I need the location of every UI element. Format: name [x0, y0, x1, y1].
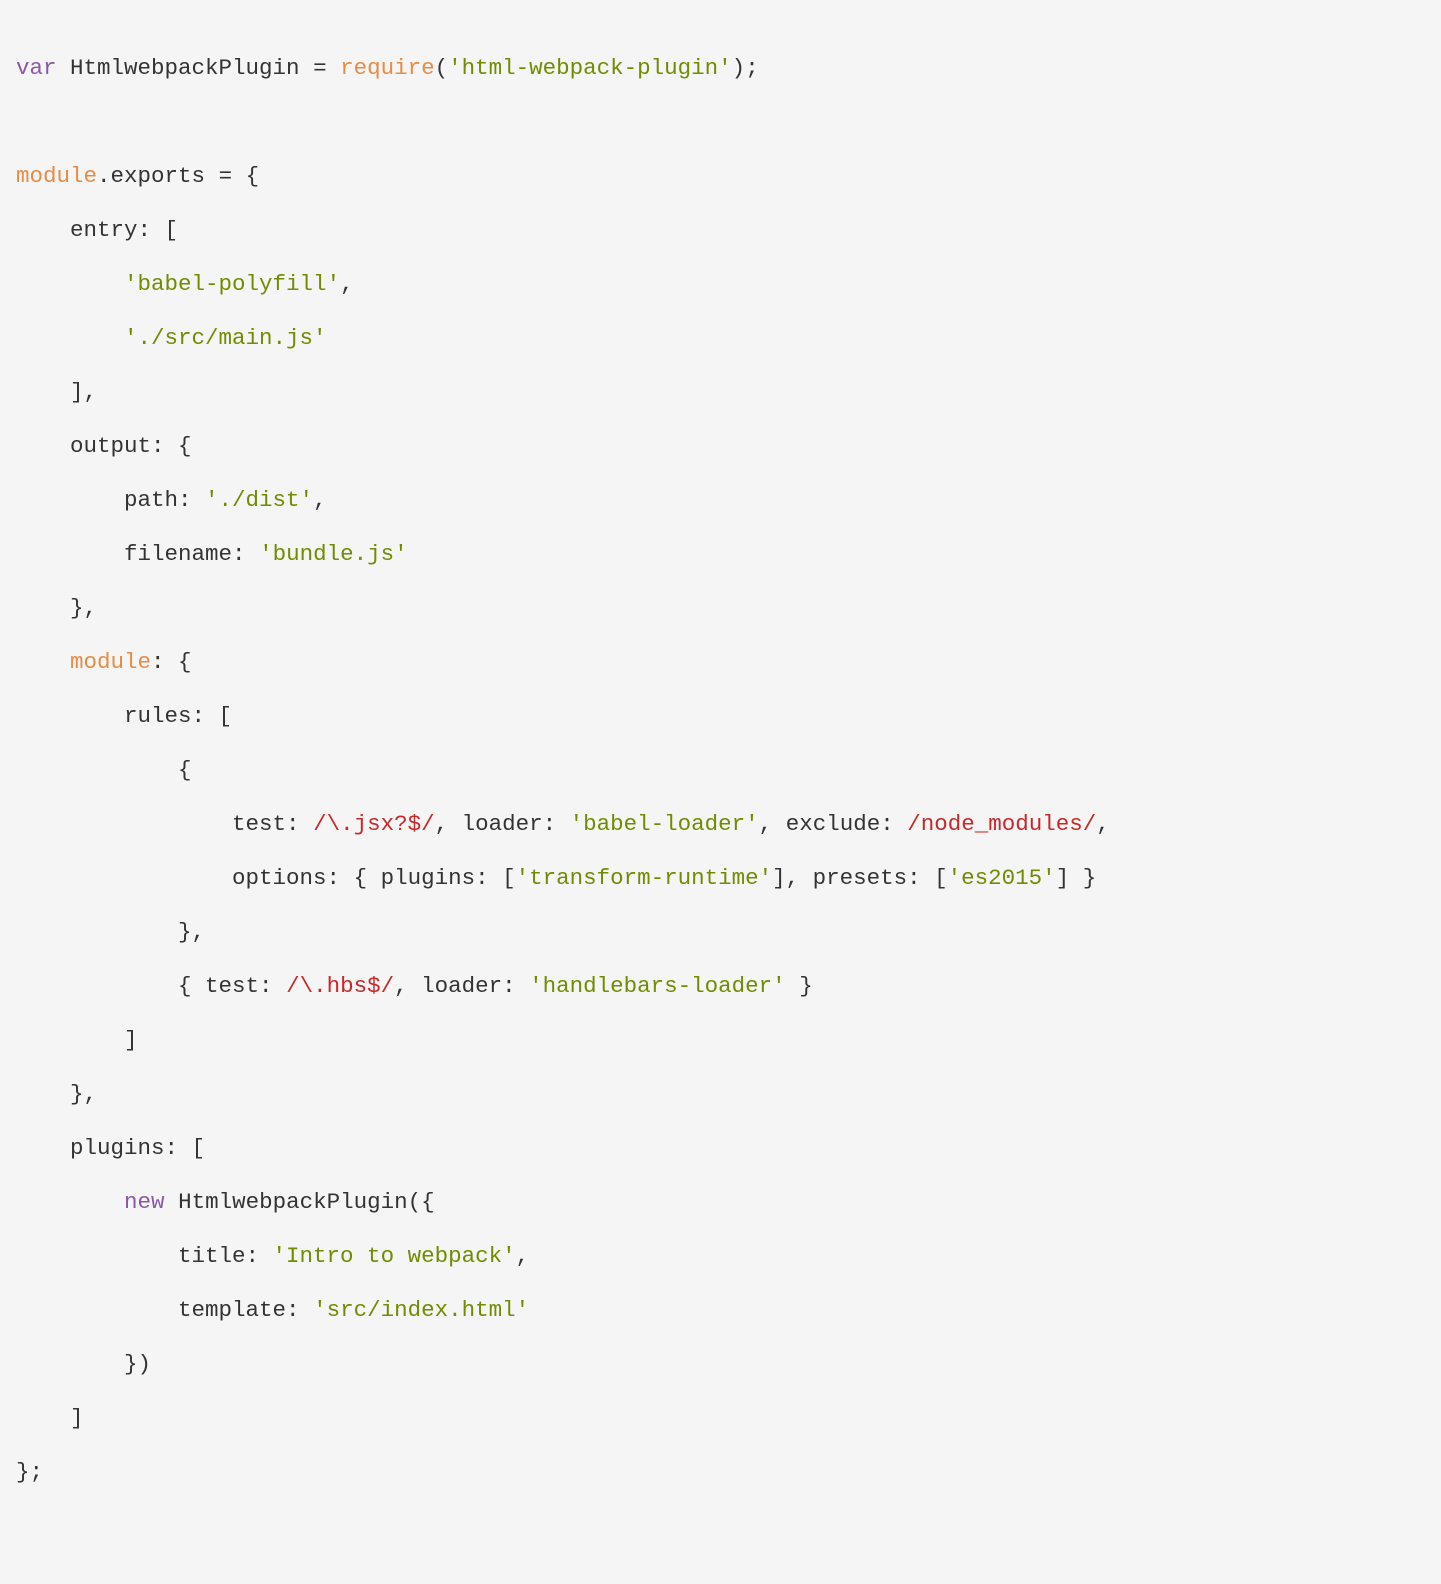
builtin-module: module: [70, 649, 151, 675]
fn-require: require: [340, 55, 435, 81]
prop-loader: loader:: [462, 811, 570, 837]
string-literal: 'babel-loader': [570, 811, 759, 837]
identifier: HtmlwebpackPlugin: [57, 55, 314, 81]
prop-template: template:: [178, 1297, 313, 1323]
string-literal: 'html-webpack-plugin': [448, 55, 732, 81]
prop-title: title:: [178, 1243, 273, 1269]
prop-loader: loader:: [421, 973, 529, 999]
builtin-module: module: [16, 163, 97, 189]
string-literal: './dist': [205, 487, 313, 513]
prop-path: path:: [124, 487, 205, 513]
string-literal: 'src/index.html': [313, 1297, 529, 1323]
keyword-var: var: [16, 55, 57, 81]
string-literal: 'babel-polyfill': [124, 271, 340, 297]
regex-literal: /node_modules/: [907, 811, 1096, 837]
string-literal: 'bundle.js': [259, 541, 408, 567]
prop-rules: rules:: [124, 703, 219, 729]
prop-test: test:: [205, 973, 286, 999]
prop-filename: filename:: [124, 541, 259, 567]
prop-output: output:: [70, 433, 178, 459]
operator-eq: =: [313, 55, 327, 81]
string-literal: 'es2015': [948, 865, 1056, 891]
prop-exclude: exclude:: [786, 811, 908, 837]
regex-literal: /\.jsx?$/: [313, 811, 435, 837]
prop-options: options: { plugins: [: [232, 865, 516, 891]
class-name: HtmlwebpackPlugin(: [178, 1189, 421, 1215]
keyword-new: new: [124, 1189, 165, 1215]
string-literal: 'Intro to webpack': [273, 1243, 516, 1269]
string-literal: './src/main.js': [124, 325, 327, 351]
string-literal: 'transform-runtime': [516, 865, 773, 891]
code-content: var HtmlwebpackPlugin = require('html-we…: [16, 55, 1110, 1485]
string-literal: 'handlebars-loader': [529, 973, 786, 999]
prop-test: test:: [232, 811, 313, 837]
code-block: var HtmlwebpackPlugin = require('html-we…: [0, 23, 1441, 1535]
prop-plugins: plugins:: [70, 1135, 192, 1161]
regex-literal: /\.hbs$/: [286, 973, 394, 999]
prop-entry: entry:: [70, 217, 165, 243]
